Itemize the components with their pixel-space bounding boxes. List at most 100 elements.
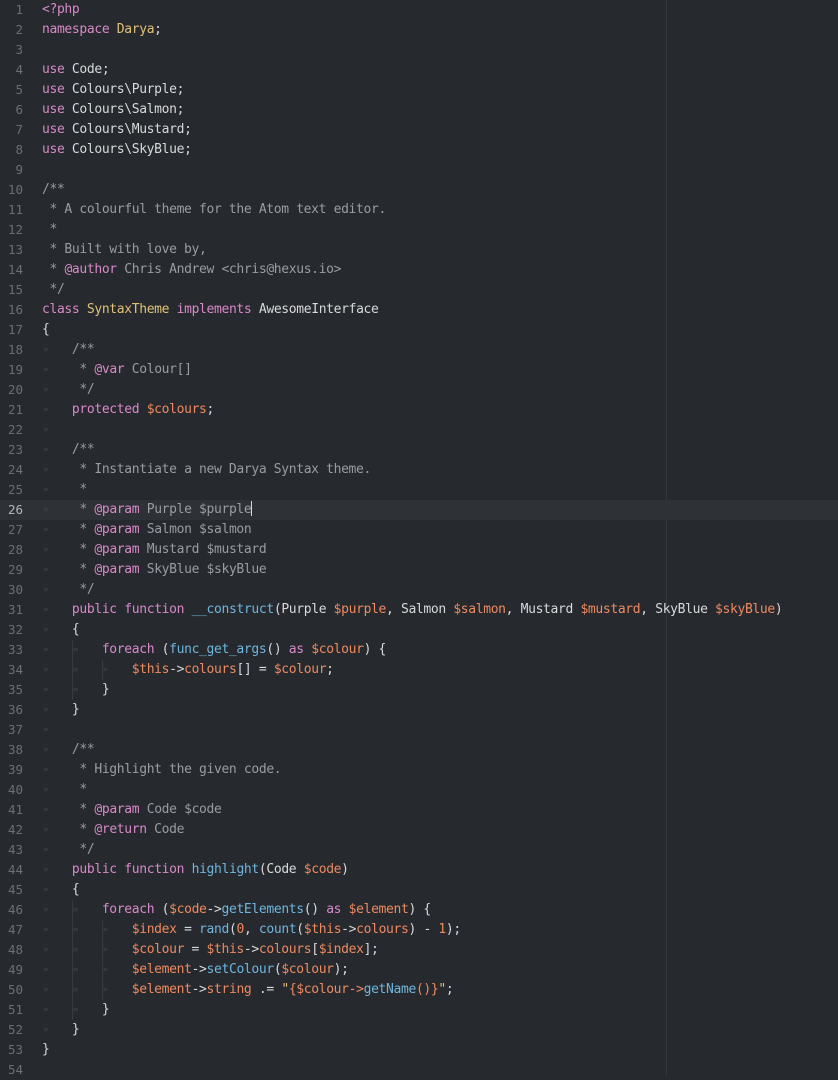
line-number[interactable]: 35 [0, 680, 23, 700]
code-text[interactable]: */ [42, 840, 94, 860]
code-text[interactable]: <?php [42, 0, 80, 20]
code-text[interactable]: use Colours\Mustard; [42, 120, 192, 140]
line-number[interactable]: 34 [0, 660, 23, 680]
code-line[interactable]: 26» * @param Purple $purple [0, 500, 838, 520]
code-text[interactable]: /** [42, 740, 95, 760]
line-number[interactable]: 44 [0, 860, 23, 880]
code-text[interactable]: protected $colours; [42, 400, 214, 420]
code-text[interactable]: foreach (func_get_args() as $colour) { [42, 640, 387, 660]
code-line[interactable]: 32» { [0, 620, 838, 640]
code-line[interactable]: 29» * @param SkyBlue $skyBlue [0, 560, 838, 580]
line-number[interactable]: 6 [0, 100, 23, 120]
line-number[interactable]: 39 [0, 760, 23, 780]
line-number[interactable]: 8 [0, 140, 23, 160]
code-line[interactable]: 1 <?php [0, 0, 838, 20]
code-line[interactable]: 22 » [0, 420, 838, 440]
line-number[interactable]: 28 [0, 540, 23, 560]
code-text[interactable]: class SyntaxTheme implements AwesomeInte… [42, 300, 379, 320]
code-text[interactable]: * [42, 220, 57, 240]
code-line[interactable]: 25» * [0, 480, 838, 500]
code-line[interactable]: 24» * Instantiate a new Darya Syntax the… [0, 460, 838, 480]
line-number[interactable]: 52 [0, 1020, 23, 1040]
code-line[interactable]: 52» } [0, 1020, 838, 1040]
code-text[interactable]: * @author Chris Andrew <chris@hexus.io> [42, 260, 341, 280]
line-number[interactable]: 53 [0, 1040, 23, 1060]
code-line[interactable]: 38» /** [0, 740, 838, 760]
code-line[interactable]: 49»»» $element->setColour($colour); [0, 960, 838, 980]
line-number[interactable]: 31 [0, 600, 23, 620]
code-text[interactable]: } [42, 680, 110, 700]
code-text[interactable]: } [42, 1040, 50, 1060]
code-line[interactable]: 5 use Colours\Purple; [0, 80, 838, 100]
code-line[interactable]: 40» * [0, 780, 838, 800]
code-text[interactable]: $element->string .= "{$colour->getName()… [42, 980, 454, 1000]
code-text[interactable]: * [42, 780, 87, 800]
code-text[interactable]: public function highlight(Code $code) [42, 860, 349, 880]
line-number[interactable]: 36 [0, 700, 23, 720]
line-number[interactable]: 54 [0, 1060, 23, 1080]
code-text[interactable]: * Built with love by, [42, 240, 206, 260]
code-text[interactable]: namespace Darya; [42, 20, 162, 40]
code-line[interactable]: 44» public function highlight(Code $code… [0, 860, 838, 880]
code-line[interactable]: 10 /** [0, 180, 838, 200]
line-number[interactable]: 51 [0, 1000, 23, 1020]
line-number[interactable]: 32 [0, 620, 23, 640]
code-text[interactable]: * @param Salmon $salmon [42, 520, 251, 540]
code-text[interactable]: { [42, 320, 50, 340]
code-line[interactable]: 47»»» $index = rand(0, count($this->colo… [0, 920, 838, 940]
code-text[interactable]: /** [42, 340, 95, 360]
line-number[interactable]: 23 [0, 440, 23, 460]
code-line[interactable]: 41» * @param Code $code [0, 800, 838, 820]
line-number[interactable]: 21 [0, 400, 23, 420]
code-text[interactable]: use Code; [42, 60, 110, 80]
line-number[interactable]: 33 [0, 640, 23, 660]
line-number[interactable]: 11 [0, 200, 23, 220]
code-line[interactable]: 23» /** [0, 440, 838, 460]
code-text[interactable]: $this->colours[] = $colour; [42, 660, 334, 680]
code-text[interactable]: use Colours\SkyBlue; [42, 140, 192, 160]
code-line[interactable]: 30» */ [0, 580, 838, 600]
line-number[interactable]: 38 [0, 740, 23, 760]
line-number[interactable]: 15 [0, 280, 23, 300]
code-text[interactable]: */ [42, 580, 94, 600]
code-text[interactable]: */ [42, 380, 94, 400]
code-text[interactable]: { [42, 880, 80, 900]
line-number[interactable]: 2 [0, 20, 23, 40]
line-number[interactable]: 50 [0, 980, 23, 1000]
code-line[interactable]: 15 */ [0, 280, 838, 300]
code-line[interactable]: 48»»» $colour = $this->colours[$index]; [0, 940, 838, 960]
code-text[interactable]: $colour = $this->colours[$index]; [42, 940, 379, 960]
code-text[interactable]: } [42, 1000, 110, 1020]
code-line[interactable]: 18» /** [0, 340, 838, 360]
code-text[interactable]: } [42, 700, 80, 720]
code-line[interactable]: 21» protected $colours; [0, 400, 838, 420]
line-number[interactable]: 7 [0, 120, 23, 140]
code-line[interactable]: 17 { [0, 320, 838, 340]
line-number[interactable]: 29 [0, 560, 23, 580]
code-text[interactable]: public function __construct(Purple $purp… [42, 600, 783, 620]
line-number[interactable]: 12 [0, 220, 23, 240]
code-line[interactable]: 2 namespace Darya; [0, 20, 838, 40]
code-text[interactable]: $element->setColour($colour); [42, 960, 349, 980]
code-line[interactable]: 43» */ [0, 840, 838, 860]
line-number[interactable]: 40 [0, 780, 23, 800]
code-text[interactable]: /** [42, 440, 95, 460]
code-line[interactable]: 51»» } [0, 1000, 838, 1020]
line-number[interactable]: 49 [0, 960, 23, 980]
line-number[interactable]: 26 [0, 500, 23, 520]
code-editor[interactable]: 1 <?php 2 namespace Darya; 3 4 use Code; 5 use C… [0, 0, 838, 1077]
code-line[interactable]: 9 [0, 160, 838, 180]
code-line[interactable]: 39» * Highlight the given code. [0, 760, 838, 780]
code-line[interactable]: 20» */ [0, 380, 838, 400]
code-text[interactable]: * @param Mustard $mustard [42, 540, 266, 560]
line-number[interactable]: 9 [0, 160, 23, 180]
line-number[interactable]: 22 [0, 420, 23, 440]
code-line[interactable]: 7 use Colours\Mustard; [0, 120, 838, 140]
line-number[interactable]: 17 [0, 320, 23, 340]
code-line[interactable]: 28» * @param Mustard $mustard [0, 540, 838, 560]
line-number[interactable]: 42 [0, 820, 23, 840]
line-number[interactable]: 1 [0, 0, 23, 20]
code-text[interactable]: use Colours\Purple; [42, 80, 184, 100]
code-line[interactable]: 16 class SyntaxTheme implements AwesomeIn… [0, 300, 838, 320]
code-line[interactable]: 3 [0, 40, 838, 60]
